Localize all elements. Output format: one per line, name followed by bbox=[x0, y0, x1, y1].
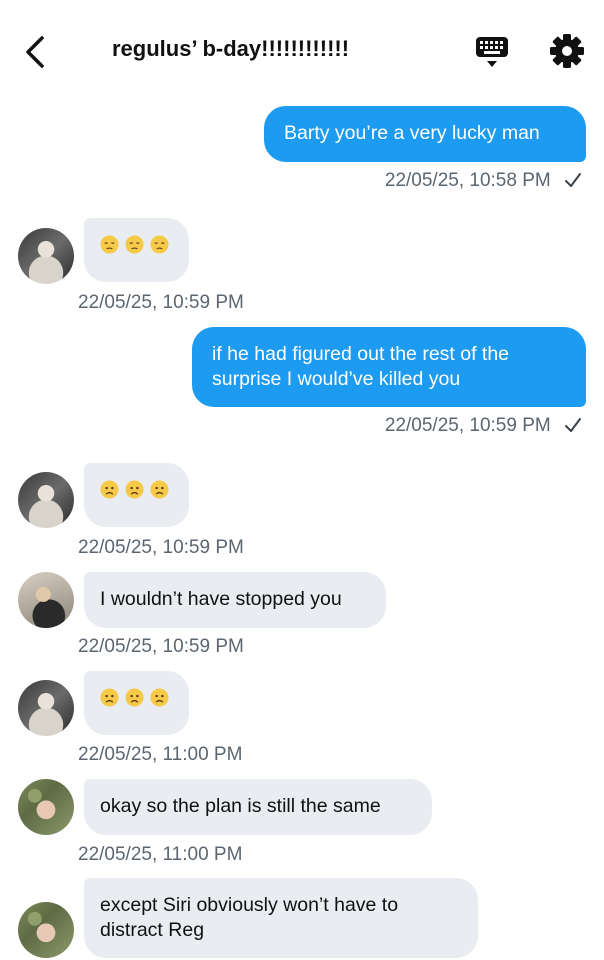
avatar[interactable] bbox=[18, 779, 74, 835]
emoji-row bbox=[100, 480, 173, 499]
incoming-message-bubble[interactable]: okay so the plan is still the same bbox=[84, 779, 432, 835]
incoming-message-bubble[interactable] bbox=[84, 671, 189, 735]
message-text: except Siri obviously won’t have to dist… bbox=[100, 894, 399, 941]
message-timestamp: 22/05/25, 10:59 PM bbox=[78, 537, 244, 558]
worried-face-icon bbox=[100, 688, 119, 707]
message-text: I wouldn’t have stopped you bbox=[100, 588, 342, 610]
avatar[interactable] bbox=[18, 572, 74, 628]
worried-face-icon bbox=[100, 480, 119, 499]
incoming-message-bubble[interactable] bbox=[84, 463, 189, 527]
avatar[interactable] bbox=[18, 472, 74, 528]
message-text: if he had figured out the rest of the su… bbox=[212, 343, 510, 390]
keyboard-icon[interactable] bbox=[474, 34, 510, 70]
emoji-row bbox=[100, 688, 173, 707]
pensive-face-icon bbox=[100, 235, 119, 254]
message-timestamp: 22/05/25, 10:58 PM bbox=[385, 170, 582, 192]
worried-face-icon bbox=[125, 688, 144, 707]
message-timestamp: 22/05/25, 11:00 PM bbox=[78, 844, 243, 865]
avatar[interactable] bbox=[18, 680, 74, 736]
chat-header: regulus’ b-day!!!!!!!!!!!! bbox=[0, 0, 604, 100]
message-text: okay so the plan is still the same bbox=[100, 795, 381, 817]
gear-icon[interactable] bbox=[548, 32, 586, 70]
message-timestamp: 22/05/25, 10:59 PM bbox=[78, 292, 244, 313]
chevron-left-icon[interactable] bbox=[20, 32, 50, 72]
worried-face-icon bbox=[150, 480, 169, 499]
incoming-message-bubble[interactable]: except Siri obviously won’t have to dist… bbox=[84, 878, 478, 958]
message-text: Barty you’re a very lucky man bbox=[284, 122, 540, 144]
message-timestamp: 22/05/25, 10:59 PM bbox=[385, 415, 582, 437]
checkmark-icon bbox=[565, 418, 581, 432]
pensive-face-icon bbox=[125, 235, 144, 254]
worried-face-icon bbox=[150, 688, 169, 707]
avatar[interactable] bbox=[18, 902, 74, 958]
message-timestamp: 22/05/25, 11:00 PM bbox=[78, 744, 243, 765]
checkmark-icon bbox=[565, 173, 581, 187]
message-timestamp: 22/05/25, 10:59 PM bbox=[78, 636, 244, 657]
outgoing-message-bubble[interactable]: if he had figured out the rest of the su… bbox=[192, 327, 586, 407]
chat-title: regulus’ b-day!!!!!!!!!!!! bbox=[112, 36, 350, 61]
avatar[interactable] bbox=[18, 228, 74, 284]
incoming-message-bubble[interactable]: I wouldn’t have stopped you bbox=[84, 572, 386, 628]
incoming-message-bubble[interactable] bbox=[84, 218, 189, 282]
emoji-row bbox=[100, 235, 173, 254]
pensive-face-icon bbox=[150, 235, 169, 254]
outgoing-message-bubble[interactable]: Barty you’re a very lucky man bbox=[264, 106, 586, 162]
worried-face-icon bbox=[125, 480, 144, 499]
